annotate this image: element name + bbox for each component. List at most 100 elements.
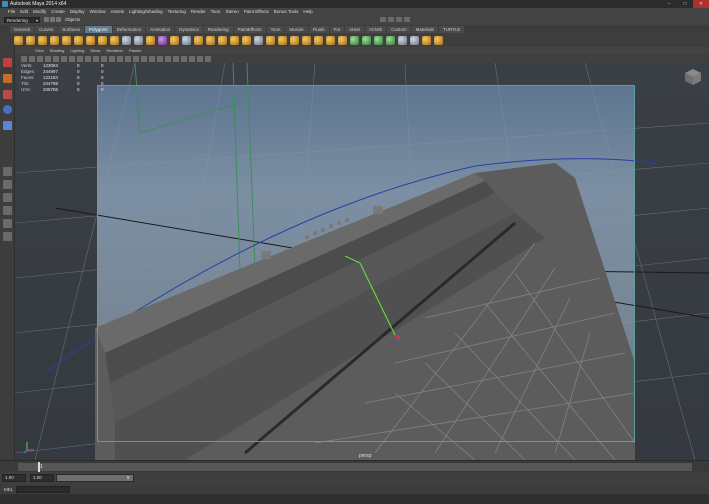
- cylindrical-mapping-icon[interactable]: [362, 35, 371, 45]
- tab-muscle[interactable]: Muscle: [285, 26, 308, 33]
- poly-torus-icon[interactable]: [74, 35, 83, 45]
- selection-mode-label[interactable]: Objects: [65, 17, 80, 22]
- xray-icon[interactable]: [133, 55, 139, 62]
- bookmark-icon[interactable]: [37, 55, 43, 62]
- view-cube-icon[interactable]: [683, 67, 703, 87]
- depth-of-field-icon[interactable]: [189, 55, 195, 62]
- camera-attributes-icon[interactable]: [29, 55, 35, 62]
- use-all-lights-icon[interactable]: [149, 55, 155, 62]
- chamfer-vertex-icon[interactable]: [338, 35, 347, 45]
- bridge-icon[interactable]: [278, 35, 287, 45]
- playback-range-bar[interactable]: 5: [56, 474, 134, 482]
- render-frame-icon[interactable]: [380, 17, 386, 22]
- tab-rendering[interactable]: Rendering: [203, 26, 233, 33]
- close-button[interactable]: ✕: [693, 0, 709, 8]
- minimize-button[interactable]: –: [661, 0, 677, 8]
- open-scene-icon[interactable]: [50, 17, 55, 22]
- select-camera-icon[interactable]: [21, 55, 27, 62]
- hypershade-layout-icon[interactable]: [3, 219, 12, 228]
- menu-bonus-tools[interactable]: Bonus Tools: [274, 9, 298, 14]
- menu-paint-effects[interactable]: Paint Effects: [244, 9, 269, 14]
- panel-menu-show[interactable]: Show: [90, 48, 100, 53]
- tab-turtle[interactable]: TURTLE: [438, 26, 465, 33]
- reverse-normals-icon[interactable]: [410, 35, 419, 45]
- rotate-tool-icon[interactable]: [3, 121, 12, 130]
- film-gate-icon[interactable]: [61, 55, 67, 62]
- insert-edge-loop-icon[interactable]: [242, 35, 251, 45]
- smooth-shade-icon[interactable]: [117, 55, 123, 62]
- poly-sphere-icon[interactable]: [14, 35, 23, 45]
- poly-cylinder-icon[interactable]: [38, 35, 47, 45]
- render-settings-icon[interactable]: [396, 17, 402, 22]
- tab-fluids[interactable]: Fluids: [308, 26, 329, 33]
- tab-animation[interactable]: Animation: [146, 26, 175, 33]
- automatic-mapping-icon[interactable]: [386, 35, 395, 45]
- motion-blur-icon[interactable]: [173, 55, 179, 62]
- offset-edge-loop-icon[interactable]: [254, 35, 263, 45]
- menu-edit[interactable]: Edit: [20, 9, 28, 14]
- field-chart-icon[interactable]: [85, 55, 91, 62]
- menu-render[interactable]: Render: [191, 9, 206, 14]
- soften-edge-icon[interactable]: [422, 35, 431, 45]
- tab-dynamics[interactable]: Dynamics: [175, 26, 203, 33]
- menu-lighting-shading[interactable]: Lighting/Shading: [129, 9, 163, 14]
- gate-mask-icon[interactable]: [77, 55, 83, 62]
- panel-menu-lighting[interactable]: Lighting: [70, 48, 84, 53]
- script-mode-label[interactable]: MEL: [4, 487, 16, 492]
- four-view-layout-icon[interactable]: [3, 180, 12, 189]
- perspective-viewport[interactable]: Verts: 123063 0 0 Edges: 244997 0 0 Face…: [15, 63, 709, 460]
- tab-materials[interactable]: Materials: [411, 26, 438, 33]
- safe-title-icon[interactable]: [101, 55, 107, 62]
- boolean-icon[interactable]: [158, 35, 167, 45]
- tab-deformation[interactable]: Deformation: [112, 26, 146, 33]
- menu-display[interactable]: Display: [70, 9, 85, 14]
- single-perspective-layout-icon[interactable]: [3, 167, 12, 176]
- ipr-render-icon[interactable]: [388, 17, 394, 22]
- panel-menu-shading[interactable]: Shading: [50, 48, 65, 53]
- tab-custom[interactable]: Custom: [387, 26, 411, 33]
- poly-plane-icon[interactable]: [62, 35, 71, 45]
- poly-prism-icon[interactable]: [86, 35, 95, 45]
- panel-menu-view[interactable]: View: [35, 48, 44, 53]
- animation-start-field[interactable]: 1.00: [2, 474, 26, 482]
- resolution-gate-icon[interactable]: [69, 55, 75, 62]
- poly-cube-icon[interactable]: [26, 35, 35, 45]
- tab-curves[interactable]: Curves: [35, 26, 58, 33]
- spherical-mapping-icon[interactable]: [374, 35, 383, 45]
- harden-edge-icon[interactable]: [434, 35, 443, 45]
- poly-cone-icon[interactable]: [50, 35, 59, 45]
- custom-layout-icon[interactable]: [3, 232, 12, 241]
- command-input[interactable]: [16, 485, 70, 493]
- tab-painteffects[interactable]: PaintEffects: [233, 26, 266, 33]
- menu-file[interactable]: File: [8, 9, 15, 14]
- menu-assets[interactable]: Assets: [111, 9, 125, 14]
- xray-joints-icon[interactable]: [205, 55, 211, 62]
- new-scene-icon[interactable]: [44, 17, 49, 22]
- bevel-icon[interactable]: [290, 35, 299, 45]
- average-vertices-icon[interactable]: [182, 35, 191, 45]
- extrude-icon[interactable]: [266, 35, 275, 45]
- panel-menu-renderer[interactable]: Renderer: [106, 48, 123, 53]
- separate-icon[interactable]: [134, 35, 143, 45]
- tab-general[interactable]: General: [10, 26, 35, 33]
- planar-mapping-icon[interactable]: [350, 35, 359, 45]
- wireframe-icon[interactable]: [109, 55, 115, 62]
- hypershade-icon[interactable]: [404, 17, 410, 22]
- merge-to-center-icon[interactable]: [314, 35, 323, 45]
- wireframe-on-shaded-icon[interactable]: [125, 55, 131, 62]
- persp-outliner-layout-icon[interactable]: [3, 193, 12, 202]
- menu-set-dropdown[interactable]: Rendering ▾: [4, 16, 40, 23]
- lasso-tool-icon[interactable]: [3, 74, 12, 83]
- time-slider[interactable]: 1: [0, 460, 709, 472]
- persp-graph-layout-icon[interactable]: [3, 206, 12, 215]
- tab-ncloth[interactable]: nCloth: [365, 26, 387, 33]
- extract-icon[interactable]: [146, 35, 155, 45]
- merge-icon[interactable]: [302, 35, 311, 45]
- shadows-icon[interactable]: [157, 55, 163, 62]
- playback-start-field[interactable]: 1.00: [30, 474, 54, 482]
- poly-pipe-icon[interactable]: [110, 35, 119, 45]
- menu-stereo[interactable]: Stereo: [225, 9, 238, 14]
- move-tool-icon[interactable]: [3, 105, 12, 114]
- tab-fur[interactable]: Fur: [329, 26, 345, 33]
- ambient-occlusion-icon[interactable]: [165, 55, 171, 62]
